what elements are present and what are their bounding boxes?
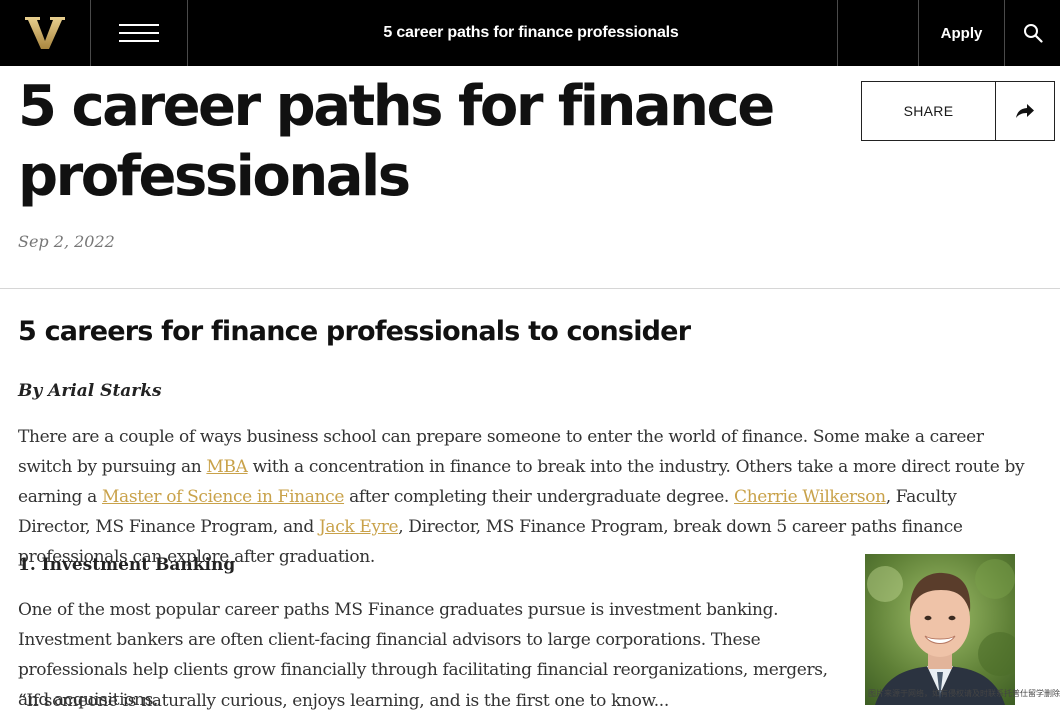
article-subheading: 5 careers for finance professionals to c… (18, 316, 690, 347)
section-heading-investment-banking: 1. Investment Banking (18, 555, 235, 575)
v-logo-icon (25, 17, 65, 49)
vanderbilt-logo[interactable] (0, 0, 90, 66)
headline-line-1: 5 career paths for finance (18, 74, 773, 139)
share-label: SHARE (862, 82, 996, 140)
jack-eyre-link[interactable]: Jack Eyre (319, 517, 398, 537)
share-button[interactable]: SHARE (861, 81, 1055, 141)
faculty-portrait-photo (865, 554, 1015, 705)
header-divider (0, 288, 1060, 289)
hamburger-icon (119, 18, 159, 48)
intro-paragraph: There are a couple of ways business scho… (18, 422, 1033, 572)
headline-line-2: professionals (18, 144, 409, 209)
nav-empty-slot (838, 0, 918, 66)
article-headline: 5 career paths for finance professionals (18, 72, 818, 212)
ms-finance-link[interactable]: Master of Science in Finance (102, 487, 344, 507)
publish-date: Sep 2, 2022 (18, 232, 115, 251)
quote-paragraph-partial: “If someone is naturally curious, enjoys… (18, 686, 858, 716)
cherrie-wilkerson-link[interactable]: Cherrie Wilkerson (734, 487, 886, 507)
author-byline: By Arial Starks (18, 381, 162, 401)
intro-text: after completing their undergraduate deg… (344, 487, 734, 507)
search-button[interactable] (1005, 0, 1060, 66)
top-navigation-bar: 5 career paths for finance professionals… (0, 0, 1060, 66)
menu-button[interactable] (91, 0, 187, 66)
share-arrow-icon (996, 82, 1054, 140)
search-icon (1023, 23, 1043, 43)
apply-button[interactable]: Apply (919, 0, 1004, 66)
mba-link[interactable]: MBA (206, 457, 247, 477)
nav-page-title: 5 career paths for finance professionals (188, 0, 836, 66)
image-source-watermark: 图片来源于网络，如有侵权请及时联系托普仕留学删除 (868, 688, 1060, 699)
